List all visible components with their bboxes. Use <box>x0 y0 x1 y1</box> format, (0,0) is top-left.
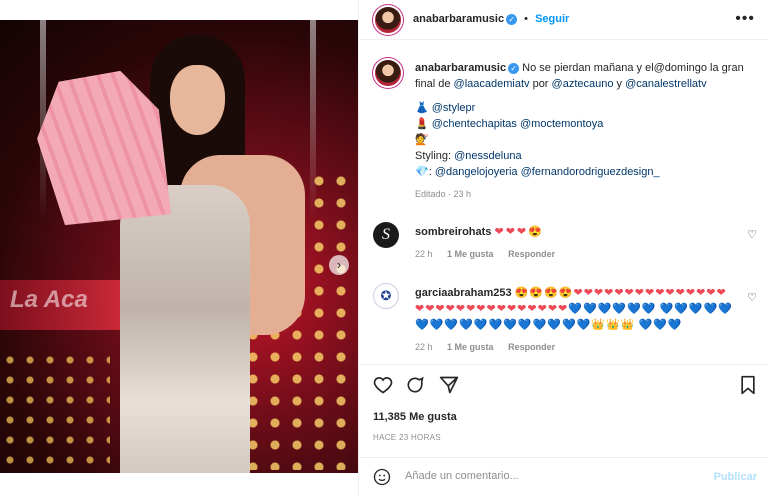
credit-line: 👗 @stylepr <box>415 100 755 116</box>
dress-emoji-icon: 👗 <box>415 102 429 114</box>
mention-link[interactable]: @laacademiatv <box>454 78 530 90</box>
credit-line: 💇 <box>415 132 755 148</box>
more-horizontal-icon[interactable]: ••• <box>735 10 755 28</box>
post-actions: 11,385 Me gusta HACE 23 HORAS Publicar <box>359 364 768 496</box>
mention-link[interactable]: @chentechapitas <box>432 118 517 130</box>
haircut-emoji-icon: 💇 <box>415 134 429 146</box>
comment-body: garciaabraham253 😍😍😍😍❤❤❤❤❤❤❤❤❤❤❤❤❤❤❤❤❤❤❤… <box>415 285 735 355</box>
reply-button[interactable]: Responder <box>508 249 555 259</box>
like-heart-icon[interactable] <box>373 375 393 400</box>
commenter-avatar[interactable]: S <box>373 222 399 248</box>
likes-count[interactable]: 11,385 Me gusta <box>373 411 457 423</box>
author-line: anabarbaramusic ✓ • Seguir <box>413 13 569 25</box>
comment-text: 💙💙💙 <box>638 319 683 331</box>
comment-body: sombreirohats ❤❤❤😍 22 h 1 Me gusta Respo… <box>415 224 735 262</box>
verified-badge-icon: ✓ <box>506 13 518 25</box>
lipstick-emoji-icon: 💄 <box>415 118 429 130</box>
mention-link[interactable]: @fernandorodriguezdesign_ <box>521 166 660 178</box>
verified-badge-icon: ✓ <box>508 62 520 74</box>
credit-line: Styling: @nessdeluna <box>415 148 755 164</box>
emoji-smile-icon[interactable] <box>373 468 391 491</box>
carousel-next-button[interactable]: › <box>329 255 349 275</box>
caption-edited-time: Editado · 23 h <box>415 189 472 199</box>
credit-line: 💎: @dangelojoyeria @fernandorodriguezdes… <box>415 164 755 180</box>
person-face <box>170 65 225 135</box>
comment-time: 22 h <box>415 249 433 259</box>
comment-likes[interactable]: 1 Me gusta <box>447 342 494 352</box>
separator-dot: • <box>524 13 529 25</box>
like-comment-heart-icon[interactable]: ♡ <box>747 228 757 241</box>
author-avatar[interactable] <box>375 7 401 33</box>
post-panel: anabarbaramusic ✓ • Seguir ••• anabarbara… <box>358 0 768 496</box>
caption-part: por <box>529 78 552 90</box>
mention-link[interactable]: @canalestrellatv <box>625 78 706 90</box>
reply-button[interactable]: Responder <box>508 342 555 352</box>
styling-label: Styling: <box>415 150 452 162</box>
like-comment-heart-icon[interactable]: ♡ <box>747 291 757 304</box>
commenter-username[interactable]: garciaabraham253 <box>415 287 512 299</box>
comment-input[interactable] <box>405 470 685 482</box>
add-comment-bar: Publicar <box>359 457 768 496</box>
mention-link[interactable]: @dangelojoyeria <box>435 166 518 178</box>
share-paper-plane-icon[interactable] <box>439 375 459 400</box>
mention-link[interactable]: @aztecauno <box>552 78 614 90</box>
author-username[interactable]: anabarbaramusic <box>413 13 504 25</box>
caption-part: y <box>613 78 626 90</box>
credit-line: 💄 @chentechapitas @moctemontoya <box>415 116 755 132</box>
instagram-post-window: La Aca › anabarbaramusic✓ • Seguir ••• <box>0 0 768 496</box>
gem-emoji-icon: 💎 <box>415 166 429 178</box>
comment-bubble-icon[interactable] <box>405 375 425 400</box>
mention-link[interactable]: @nessdeluna <box>454 150 521 162</box>
stage-bulbs <box>0 350 110 470</box>
commenter-username[interactable]: sombreirohats <box>415 226 491 238</box>
caption-text: anabarbaramusic ✓ No se pierdan mañana y … <box>415 60 755 202</box>
bookmark-icon[interactable] <box>739 375 757 400</box>
follow-button[interactable]: Seguir <box>535 13 569 25</box>
comment-meta: 22 h 1 Me gusta Responder <box>415 339 735 355</box>
comment-time: 22 h <box>415 342 433 352</box>
comment-likes[interactable]: 1 Me gusta <box>447 249 494 259</box>
comment-item: S sombreirohats ❤❤❤😍 22 h 1 Me gusta Res… <box>373 222 765 272</box>
publish-button[interactable]: Publicar <box>714 471 757 483</box>
commenter-avatar[interactable]: ✪ <box>373 283 399 309</box>
post-image[interactable]: La Aca › <box>0 20 358 473</box>
person-dress <box>120 185 250 473</box>
comment-item: ✪ garciaabraham253 😍😍😍😍❤❤❤❤❤❤❤❤❤❤❤❤❤❤❤❤❤… <box>373 283 765 363</box>
caption-username[interactable]: anabarbaramusic <box>415 62 506 74</box>
caption-avatar[interactable] <box>375 60 401 86</box>
comment-meta: 22 h 1 Me gusta Responder <box>415 246 735 262</box>
comment-text: ❤❤❤😍 <box>494 226 544 238</box>
post-timestamp[interactable]: HACE 23 HORAS <box>373 433 441 442</box>
stage-screen-text: La Aca <box>10 286 88 313</box>
mention-link[interactable]: @stylepr <box>432 102 476 114</box>
mention-link[interactable]: @moctemontoya <box>520 118 603 130</box>
caption-part: : <box>428 166 432 178</box>
post-header: anabarbaramusic ✓ • Seguir ••• <box>359 0 768 40</box>
